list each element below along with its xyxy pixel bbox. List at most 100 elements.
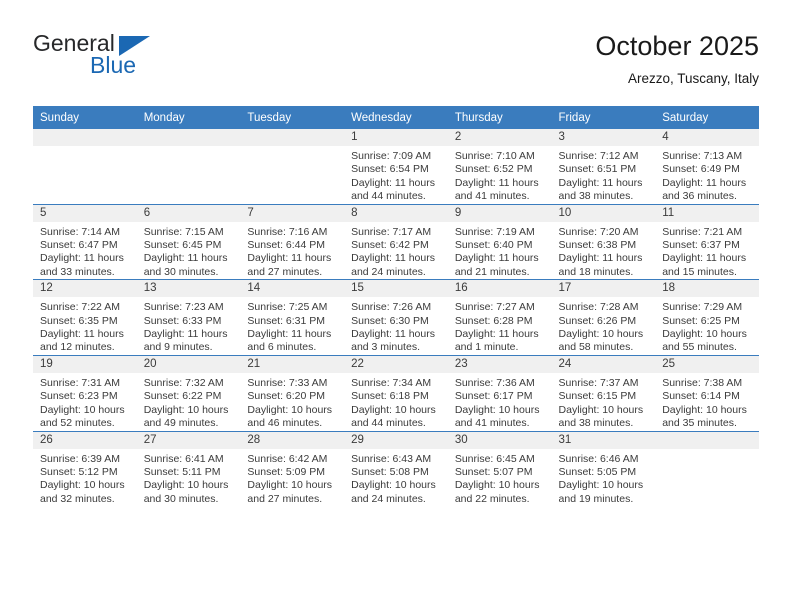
day-details: Sunrise: 7:09 AM Sunset: 6:54 PM Daylight:… xyxy=(344,146,448,204)
day-details: Sunrise: 6:43 AM Sunset: 5:08 PM Daylight:… xyxy=(344,449,448,507)
day-details: Sunrise: 7:29 AM Sunset: 6:25 PM Daylight:… xyxy=(655,297,759,355)
day-cell[interactable]: 31 Sunrise: 6:46 AM Sunset: 5:05 PM Dayligh… xyxy=(551,430,656,507)
sunrise-text: Sunrise: 6:41 AM xyxy=(143,452,224,465)
daylight-text-line2: and 19 minutes. xyxy=(558,492,634,505)
sunset-text: Sunset: 6:51 PM xyxy=(558,163,637,176)
day-number: 11 xyxy=(655,204,759,222)
daylight-text-line2: and 9 minutes. xyxy=(143,341,213,354)
sunrise-text: Sunrise: 7:14 AM xyxy=(40,225,120,238)
day-cell[interactable]: 25 Sunrise: 7:38 AM Sunset: 6:14 PM Dayligh… xyxy=(655,354,759,431)
daylight-text-line2: and 30 minutes. xyxy=(143,265,219,278)
daylight-text-line1: Daylight: 11 hours xyxy=(351,328,435,341)
sunset-text: Sunset: 6:28 PM xyxy=(454,314,533,327)
daylight-text-line1: Daylight: 10 hours xyxy=(143,479,229,492)
sunrise-text: Sunrise: 6:42 AM xyxy=(247,452,328,465)
page-subtitle: Arezzo, Tuscany, Italy xyxy=(627,71,759,86)
weekday-header-saturday: Saturday xyxy=(655,106,759,129)
sunset-text: Sunset: 5:07 PM xyxy=(454,465,533,478)
day-number: 17 xyxy=(551,280,656,298)
calendar-header-row: Sunday Monday Tuesday Wednesday Thursday… xyxy=(33,106,759,129)
day-cell[interactable]: 12 Sunrise: 7:22 AM Sunset: 6:35 PM Dayligh… xyxy=(33,279,137,356)
day-cell[interactable]: 4 Sunrise: 7:13 AM Sunset: 6:49 PM Daylight… xyxy=(655,129,759,204)
day-number: 7 xyxy=(240,204,345,222)
weekday-header-monday: Monday xyxy=(136,106,241,129)
daylight-text-line1: Daylight: 11 hours xyxy=(662,252,747,265)
day-details: Sunrise: 7:23 AM Sunset: 6:33 PM Daylight:… xyxy=(137,297,241,355)
day-cell[interactable]: 14 Sunrise: 7:25 AM Sunset: 6:31 PM Dayligh… xyxy=(240,279,345,356)
daylight-text-line2: and 3 minutes. xyxy=(351,341,420,354)
sunset-text: Sunset: 6:44 PM xyxy=(247,239,326,252)
day-details: Sunrise: 6:39 AM Sunset: 5:12 PM Daylight:… xyxy=(33,449,137,507)
day-number: 5 xyxy=(33,204,137,222)
day-cell[interactable]: 16 Sunrise: 7:27 AM Sunset: 6:28 PM Dayligh… xyxy=(447,279,552,356)
day-cell[interactable]: 19 Sunrise: 7:31 AM Sunset: 6:23 PM Dayligh… xyxy=(33,354,137,431)
weekday-header-thursday: Thursday xyxy=(447,106,552,129)
day-cell[interactable]: 28 Sunrise: 6:42 AM Sunset: 5:09 PM Dayligh… xyxy=(240,430,345,507)
sunrise-text: Sunrise: 7:36 AM xyxy=(454,376,535,389)
daylight-text-line1: Daylight: 11 hours xyxy=(351,176,435,189)
day-details xyxy=(137,146,241,150)
sunrise-text: Sunrise: 7:15 AM xyxy=(143,225,224,238)
daylight-text-line2: and 24 minutes. xyxy=(351,492,426,505)
day-details: Sunrise: 7:16 AM Sunset: 6:44 PM Daylight:… xyxy=(240,222,344,280)
day-cell[interactable]: 17 Sunrise: 7:28 AM Sunset: 6:26 PM Dayligh… xyxy=(551,279,656,356)
day-details: Sunrise: 6:41 AM Sunset: 5:11 PM Daylight:… xyxy=(137,449,241,507)
daylight-text-line2: and 55 minutes. xyxy=(662,341,737,354)
day-cell[interactable]: 9 Sunrise: 7:19 AM Sunset: 6:40 PM Daylight… xyxy=(447,203,552,280)
day-cell[interactable]: 24 Sunrise: 7:37 AM Sunset: 6:15 PM Dayligh… xyxy=(551,354,656,431)
day-cell[interactable]: 13 Sunrise: 7:23 AM Sunset: 6:33 PM Dayligh… xyxy=(136,279,241,356)
day-number: 26 xyxy=(33,431,137,449)
sunset-text: Sunset: 6:42 PM xyxy=(351,239,429,252)
day-cell[interactable]: 21 Sunrise: 7:33 AM Sunset: 6:20 PM Dayligh… xyxy=(240,354,345,431)
day-cell[interactable]: 8 Sunrise: 7:17 AM Sunset: 6:42 PM Daylight… xyxy=(344,203,448,280)
daylight-text-line2: and 35 minutes. xyxy=(662,417,737,430)
day-details: Sunrise: 7:22 AM Sunset: 6:35 PM Daylight:… xyxy=(33,297,137,355)
day-number: 30 xyxy=(447,431,552,449)
day-details: Sunrise: 7:14 AM Sunset: 6:47 PM Daylight:… xyxy=(33,222,137,280)
day-cell[interactable]: 20 Sunrise: 7:32 AM Sunset: 6:22 PM Dayligh… xyxy=(136,354,241,431)
day-cell[interactable]: 1 Sunrise: 7:09 AM Sunset: 6:54 PM Daylight… xyxy=(344,129,448,204)
day-cell[interactable]: 23 Sunrise: 7:36 AM Sunset: 6:17 PM Dayligh… xyxy=(447,354,552,431)
day-cell[interactable]: 10 Sunrise: 7:20 AM Sunset: 6:38 PM Dayligh… xyxy=(551,203,656,280)
day-number xyxy=(136,129,241,146)
day-cell[interactable]: 5 Sunrise: 7:14 AM Sunset: 6:47 PM Daylight… xyxy=(33,203,137,280)
sunset-text: Sunset: 5:12 PM xyxy=(40,465,118,478)
daylight-text-line1: Daylight: 11 hours xyxy=(454,252,539,265)
day-cell[interactable]: 3 Sunrise: 7:12 AM Sunset: 6:51 PM Daylight… xyxy=(551,129,656,204)
day-cell[interactable]: 18 Sunrise: 7:29 AM Sunset: 6:25 PM Dayligh… xyxy=(655,279,759,356)
sunrise-text: Sunrise: 7:28 AM xyxy=(558,301,639,314)
day-number: 24 xyxy=(551,355,656,373)
day-cell[interactable]: 30 Sunrise: 6:45 AM Sunset: 5:07 PM Dayligh… xyxy=(447,430,552,507)
day-details: Sunrise: 7:26 AM Sunset: 6:30 PM Daylight:… xyxy=(344,297,448,355)
day-cell[interactable]: 6 Sunrise: 7:15 AM Sunset: 6:45 PM Daylight… xyxy=(136,203,241,280)
day-cell[interactable]: 22 Sunrise: 7:34 AM Sunset: 6:18 PM Dayligh… xyxy=(344,354,448,431)
daylight-text-line2: and 49 minutes. xyxy=(143,417,219,430)
day-number: 21 xyxy=(240,355,345,373)
sunrise-text: Sunrise: 7:12 AM xyxy=(558,150,639,162)
sunrise-text: Sunrise: 7:19 AM xyxy=(454,225,535,238)
calendar-week-row: 12 Sunrise: 7:22 AM Sunset: 6:35 PM Dayligh… xyxy=(33,279,759,356)
sunset-text: Sunset: 5:05 PM xyxy=(558,465,637,478)
daylight-text-line2: and 41 minutes. xyxy=(454,417,530,430)
sunset-text: Sunset: 6:49 PM xyxy=(662,163,740,176)
daylight-text-line2: and 30 minutes. xyxy=(143,492,219,505)
day-cell[interactable]: 11 Sunrise: 7:21 AM Sunset: 6:37 PM Dayligh… xyxy=(655,203,759,280)
day-cell[interactable]: 15 Sunrise: 7:26 AM Sunset: 6:30 PM Dayligh… xyxy=(344,279,448,356)
day-cell[interactable]: 7 Sunrise: 7:16 AM Sunset: 6:44 PM Daylight… xyxy=(240,203,345,280)
sunset-text: Sunset: 6:14 PM xyxy=(662,390,740,403)
day-cell[interactable]: 29 Sunrise: 6:43 AM Sunset: 5:08 PM Dayligh… xyxy=(344,430,448,507)
daylight-text-line1: Daylight: 10 hours xyxy=(454,403,540,416)
sunrise-text: Sunrise: 7:38 AM xyxy=(662,376,743,389)
general-blue-logo[interactable]: General Blue xyxy=(33,30,233,92)
sunrise-text: Sunrise: 7:32 AM xyxy=(143,376,224,389)
day-number: 25 xyxy=(655,355,759,373)
day-cell[interactable]: 2 Sunrise: 7:10 AM Sunset: 6:52 PM Daylight… xyxy=(447,129,552,204)
calendar-week-row: 5 Sunrise: 7:14 AM Sunset: 6:47 PM Daylight… xyxy=(33,203,759,280)
day-details: Sunrise: 7:21 AM Sunset: 6:37 PM Daylight:… xyxy=(655,222,759,280)
day-cell[interactable]: 26 Sunrise: 6:39 AM Sunset: 5:12 PM Dayligh… xyxy=(33,430,137,507)
page-header: General Blue October 2025 Arezzo, Tuscan… xyxy=(33,30,759,100)
sunset-text: Sunset: 6:31 PM xyxy=(247,314,326,327)
day-cell[interactable]: 27 Sunrise: 6:41 AM Sunset: 5:11 PM Dayligh… xyxy=(136,430,241,507)
daylight-text-line2: and 12 minutes. xyxy=(40,341,115,354)
day-cell-empty xyxy=(33,129,137,204)
